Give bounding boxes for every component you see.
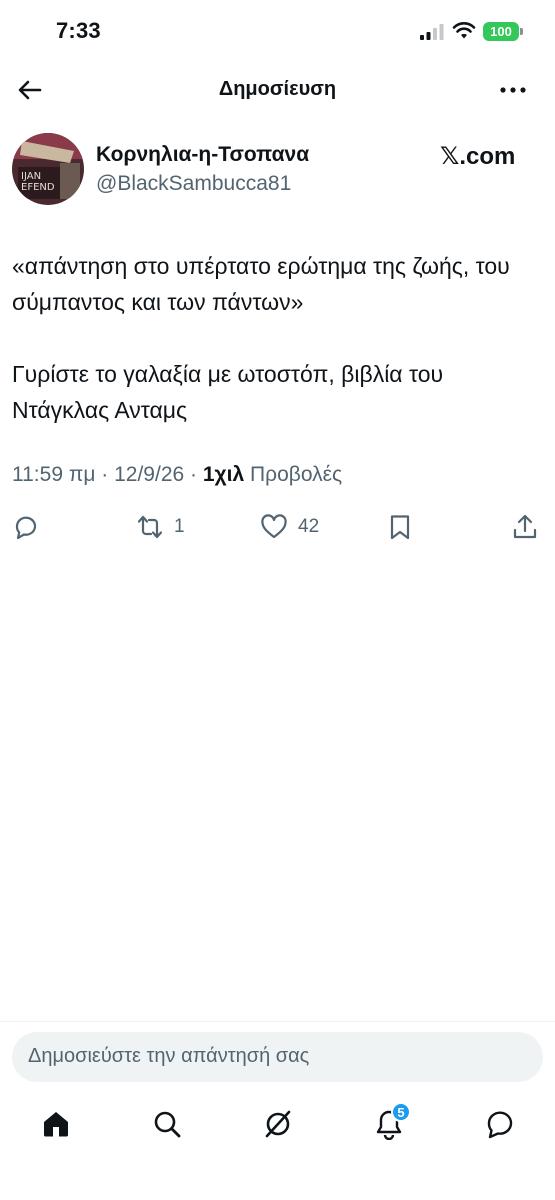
status-bar: 7:33 100	[0, 0, 555, 62]
tweet-text: «απάντηση στο υπέρτατο ερώτημα της ζωής,…	[12, 248, 542, 428]
source-label: 𝕏.com	[440, 143, 516, 170]
more-horizontal-icon[interactable]	[498, 76, 528, 104]
tab-search[interactable]	[151, 1108, 183, 1140]
author-handle[interactable]: @BlackSambucca81	[96, 172, 291, 196]
retweet-count: 1	[174, 516, 185, 537]
reply-icon	[15, 516, 37, 540]
tweet-date[interactable]: 12/9/26	[114, 463, 184, 486]
reply-placeholder: Δημοσιεύστε την απάντησή σας	[28, 1045, 310, 1067]
grok-icon	[265, 1110, 291, 1138]
search-icon	[154, 1111, 181, 1138]
divider	[0, 1021, 555, 1022]
bookmark-icon	[390, 515, 410, 540]
meta-separator: ·	[101, 463, 109, 486]
like-count: 42	[298, 516, 320, 537]
tab-grok[interactable]	[262, 1108, 294, 1140]
avatar[interactable]: IJAN EFEND	[12, 133, 84, 205]
avatar-image: IJAN EFEND	[12, 133, 84, 205]
svg-text:IJAN: IJAN	[21, 171, 41, 182]
like-button[interactable]: 42	[260, 509, 319, 545]
battery-tip	[520, 28, 523, 35]
views-count[interactable]: 1χιλ	[203, 463, 244, 486]
tweet-paragraph: Γυρίστε το γαλαξία με ωτοστόπ, βιβλία το…	[12, 361, 444, 423]
wifi-icon	[452, 22, 476, 39]
nav-header: Δημοσίευση	[0, 62, 555, 118]
bookmark-button[interactable]	[386, 509, 414, 545]
tab-bar: 5	[0, 1100, 555, 1150]
notifications-badge: 5	[391, 1102, 411, 1122]
reply-input[interactable]: Δημοσιεύστε την απάντησή σας	[12, 1032, 543, 1082]
page-title: Δημοσίευση	[218, 78, 337, 100]
tweet-actions: 1 42	[0, 509, 555, 545]
tweet-paragraph: «απάντηση στο υπέρτατο ερώτημα της ζωής,…	[12, 253, 510, 315]
retweet-button[interactable]: 1	[136, 509, 185, 545]
messages-icon	[487, 1111, 513, 1139]
retweet-icon	[137, 515, 163, 539]
tweet-time[interactable]: 11:59 πμ	[12, 463, 95, 486]
status-time: 7:33	[56, 18, 101, 43]
views-label[interactable]: Προβολές	[250, 463, 342, 486]
svg-text:EFEND: EFEND	[21, 182, 55, 193]
tweet-meta: 11:59 πμ · 12/9/26 · 1χιλ Προβολές	[12, 463, 342, 487]
tab-notifications[interactable]: 5	[373, 1102, 411, 1141]
author-display-name[interactable]: Κορνηλια-η-Τσοπανα	[96, 143, 309, 167]
tab-messages[interactable]	[484, 1108, 516, 1140]
share-button[interactable]	[511, 509, 539, 545]
heart-icon	[261, 514, 287, 539]
meta-separator: ·	[190, 463, 198, 486]
home-icon	[44, 1112, 68, 1137]
tab-home[interactable]	[40, 1108, 72, 1140]
reply-button[interactable]	[12, 509, 40, 545]
battery-indicator: 100	[483, 22, 519, 41]
share-icon	[513, 514, 537, 539]
cellular-signal-icon	[420, 24, 444, 40]
